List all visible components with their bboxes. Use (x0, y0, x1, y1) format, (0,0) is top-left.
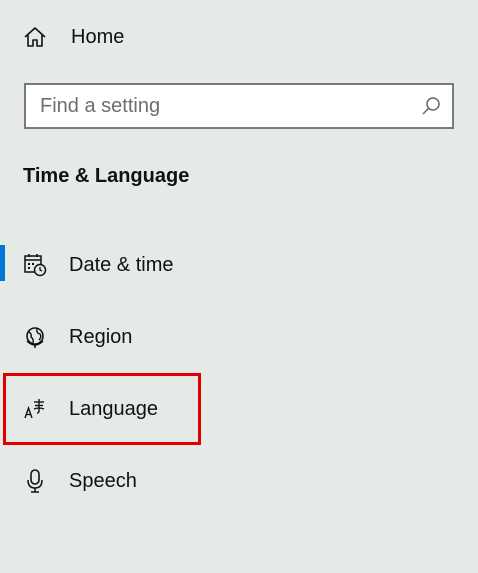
nav-home-label: Home (71, 26, 125, 48)
nav-item-language[interactable]: Language (0, 384, 478, 432)
search-input[interactable] (40, 85, 400, 127)
search-box[interactable] (24, 83, 454, 129)
globe-icon (26, 327, 44, 348)
language-icon (24, 399, 45, 419)
section-title: Time & Language (23, 165, 190, 187)
nav-item-date-time[interactable]: Date & time (0, 240, 478, 288)
home-icon (24, 27, 46, 47)
nav-item-label: Region (69, 326, 133, 348)
nav-item-label: Date & time (69, 254, 174, 276)
nav-item-label: Speech (69, 470, 137, 492)
nav-item-region[interactable]: Region (0, 312, 478, 360)
nav-item-speech[interactable]: Speech (0, 456, 478, 504)
nav-item-label: Language (69, 398, 158, 420)
search-icon[interactable] (420, 95, 442, 117)
microphone-icon (27, 469, 43, 493)
nav-home[interactable]: Home (0, 12, 478, 60)
calendar-clock-icon (24, 254, 47, 277)
